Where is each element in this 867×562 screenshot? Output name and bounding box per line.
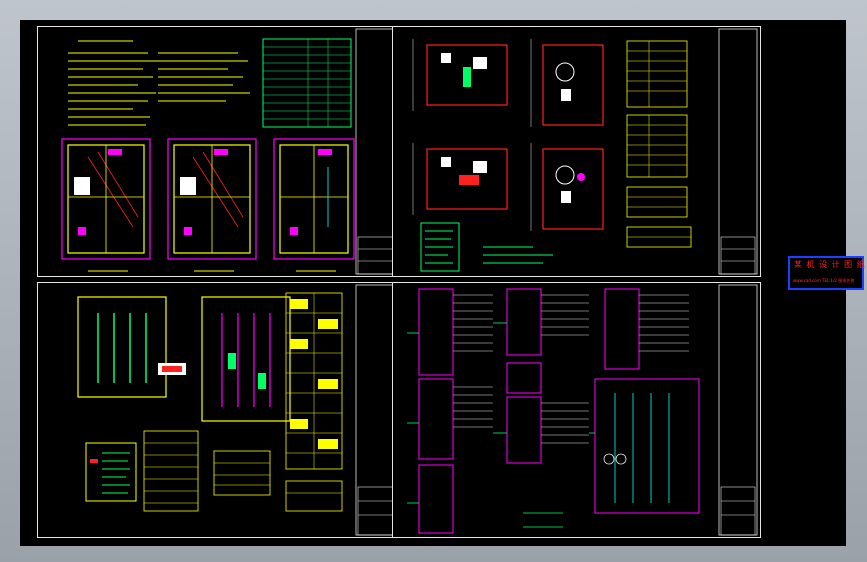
sheet-2-content <box>412 28 758 275</box>
drawing-sheet-3[interactable] <box>37 282 407 538</box>
stamp-subtitle: www.cad.com TEL:1/2 图纸名称 <box>793 278 855 283</box>
drawing-sheet-4[interactable] <box>392 282 761 538</box>
drawing-viewport[interactable]: 某 机 设 计 图 纸 www.cad.com TEL:1/2 图纸名称 <box>20 20 865 546</box>
drawing-sheet-1[interactable] <box>37 26 407 277</box>
stamp-title: 某 机 设 计 图 纸 <box>794 260 866 269</box>
drawing-sheet-2[interactable] <box>392 26 761 277</box>
title-stamp: 某 机 设 计 图 纸 www.cad.com TEL:1/2 图纸名称 <box>788 256 866 290</box>
sheet-4-content <box>407 284 758 536</box>
sheet-1-content <box>61 28 405 275</box>
sheet-3-content <box>77 284 405 536</box>
cad-application: { "app": { "name": "CAD drawing viewer" … <box>0 0 867 562</box>
